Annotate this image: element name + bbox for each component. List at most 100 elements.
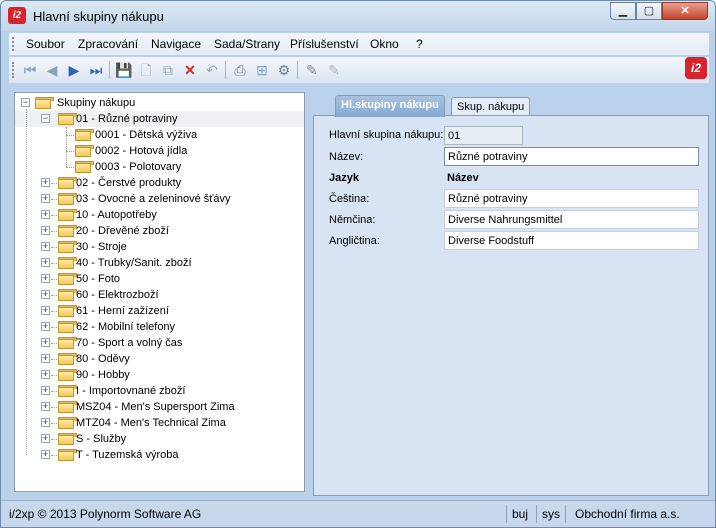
tree-item-label: 70 - Sport a volný čas bbox=[76, 337, 183, 349]
menu-help[interactable]: ? bbox=[416, 37, 423, 51]
copy-icon[interactable]: ⧉ bbox=[159, 61, 177, 79]
next-record-icon[interactable]: ▶ bbox=[65, 61, 83, 79]
folder-icon bbox=[58, 257, 77, 269]
code-field[interactable]: 01 bbox=[444, 126, 523, 145]
expand-icon[interactable]: + bbox=[41, 194, 50, 203]
tree-item-label: T - Tuzemská výroba bbox=[76, 449, 179, 461]
folder-icon bbox=[58, 225, 77, 237]
expand-icon[interactable]: + bbox=[41, 274, 50, 283]
expand-icon[interactable]: + bbox=[41, 354, 50, 363]
tree-item-label: 03 - Ovocné a zeleninové šťávy bbox=[76, 193, 231, 205]
translation-label: Čeština: bbox=[329, 193, 370, 205]
tree-item-label: 90 - Hobby bbox=[76, 369, 130, 381]
toolbar-separator bbox=[297, 61, 298, 79]
collapse-icon[interactable]: − bbox=[21, 98, 30, 107]
expand-icon[interactable]: + bbox=[41, 258, 50, 267]
translation-field[interactable]: Diverse Nahrungsmittel bbox=[444, 210, 699, 229]
expand-icon[interactable]: + bbox=[41, 418, 50, 427]
maximize-button[interactable]: ▢ bbox=[636, 2, 662, 20]
tab-skup-nakupu[interactable]: Skup. nákupu bbox=[451, 97, 531, 116]
app-window: i2 Hlavní skupiny nákupu ▁ ▢ ✕ Soubor Zp… bbox=[0, 0, 716, 528]
expand-icon[interactable]: + bbox=[41, 370, 50, 379]
tree-item-label: 60 - Elektrozboží bbox=[76, 289, 159, 301]
expand-icon[interactable]: + bbox=[41, 434, 50, 443]
name-field[interactable]: Různé potraviny bbox=[444, 147, 699, 166]
status-separator bbox=[506, 505, 507, 523]
menu-soubor[interactable]: Soubor bbox=[26, 37, 65, 51]
tree-item-label: 10 - Autopotřeby bbox=[76, 209, 157, 221]
expand-icon[interactable]: + bbox=[41, 242, 50, 251]
folder-icon bbox=[75, 129, 94, 141]
folder-icon bbox=[58, 401, 77, 413]
window-title: Hlavní skupiny nákupu bbox=[33, 9, 164, 24]
settings-icon[interactable]: ⚙ bbox=[275, 61, 293, 79]
toolbar-separator bbox=[225, 61, 226, 79]
tree-item-label: MTZ04 - Men's Technical Zima bbox=[76, 417, 226, 429]
i2-logo-icon: i2 bbox=[685, 57, 707, 79]
edit-icon[interactable]: ✎ bbox=[303, 61, 321, 79]
expand-icon[interactable]: + bbox=[41, 306, 50, 315]
folder-icon bbox=[58, 433, 77, 445]
folder-icon bbox=[58, 449, 77, 461]
tree-connector bbox=[66, 127, 67, 167]
tab-hl-skupiny-nakupu[interactable]: Hl.skupiny nákupu bbox=[335, 95, 445, 117]
status-user: sys bbox=[542, 507, 560, 521]
prev-record-icon[interactable]: ◀ bbox=[43, 61, 61, 79]
tree-item-label: 0002 - Hotová jídla bbox=[95, 145, 188, 157]
tree-item-label: 0003 - Polotovary bbox=[95, 161, 182, 173]
detail-panel: Hl.skupiny nákupu Skup. nákupu Hlavní sk… bbox=[313, 92, 709, 496]
folder-icon bbox=[58, 337, 77, 349]
folder-icon bbox=[58, 193, 77, 205]
column-header-name: Název bbox=[447, 172, 479, 184]
folder-icon bbox=[58, 241, 77, 253]
expand-icon[interactable]: + bbox=[41, 338, 50, 347]
expand-icon[interactable]: + bbox=[41, 386, 50, 395]
menu-bar: Soubor Zpracování Navigace Sada/Strany P… bbox=[9, 33, 709, 55]
tree-view[interactable]: − Skupiny nákupu 01 - Různé potraviny −0001… bbox=[14, 92, 305, 492]
expand-icon[interactable]: + bbox=[41, 322, 50, 331]
expand-icon[interactable]: + bbox=[41, 210, 50, 219]
translation-field[interactable]: Různé potraviny bbox=[444, 189, 699, 208]
tree-item-label: 02 - Čerstvé produkty bbox=[76, 177, 182, 189]
tab-content: Hlavní skupina nákupu: 01 Název: Různé p… bbox=[313, 115, 709, 496]
collapse-icon[interactable]: − bbox=[41, 114, 50, 123]
undo-icon[interactable]: ↶ bbox=[203, 61, 221, 79]
expand-icon[interactable]: + bbox=[41, 226, 50, 235]
edit-disabled-icon[interactable]: ✎ bbox=[325, 61, 343, 79]
expand-icon[interactable]: + bbox=[41, 450, 50, 459]
tree-item-label: MSZ04 - Men's Supersport Zima bbox=[76, 401, 235, 413]
expand-icon[interactable]: + bbox=[41, 178, 50, 187]
status-bar: i/2xp © 2013 Polynorm Software AG buj sy… bbox=[1, 500, 715, 527]
last-record-icon[interactable]: ⏭ bbox=[87, 61, 105, 79]
tree-item-label: 62 - Mobilní telefony bbox=[76, 321, 176, 333]
menu-zpracovani[interactable]: Zpracování bbox=[78, 37, 138, 51]
translation-field[interactable]: Diverse Foodstuff bbox=[444, 231, 699, 250]
save-icon[interactable]: 💾 bbox=[115, 61, 133, 79]
tree-item-label: I - Importovnané zboží bbox=[76, 385, 186, 397]
close-button[interactable]: ✕ bbox=[662, 2, 708, 20]
expand-icon[interactable]: + bbox=[41, 402, 50, 411]
folder-icon bbox=[58, 385, 77, 397]
minimize-button[interactable]: ▁ bbox=[610, 2, 636, 20]
menu-grip[interactable] bbox=[12, 37, 16, 51]
tree-icon[interactable]: ⊞ bbox=[253, 61, 271, 79]
status-separator bbox=[565, 505, 566, 523]
folder-icon bbox=[75, 145, 94, 157]
delete-icon[interactable]: ✕ bbox=[181, 61, 199, 79]
title-bar[interactable]: i2 Hlavní skupiny nákupu ▁ ▢ ✕ bbox=[1, 1, 715, 31]
folder-icon bbox=[58, 417, 77, 429]
tree-item-label: S - Služby bbox=[76, 433, 127, 445]
menu-sada-strany[interactable]: Sada/Strany bbox=[214, 37, 280, 51]
menu-prislusenstvi[interactable]: Příslušenství bbox=[290, 37, 359, 51]
menu-navigace[interactable]: Navigace bbox=[151, 37, 201, 51]
print-icon[interactable]: ⎙ bbox=[231, 61, 249, 79]
menu-okno[interactable]: Okno bbox=[370, 37, 399, 51]
first-record-icon[interactable]: ⏮ bbox=[21, 61, 39, 79]
copyright-text: i/2xp © 2013 Polynorm Software AG bbox=[9, 507, 202, 521]
folder-icon bbox=[58, 273, 77, 285]
column-header-language: Jazyk bbox=[329, 172, 359, 184]
app-icon[interactable]: i2 bbox=[8, 7, 26, 24]
toolbar-grip[interactable] bbox=[12, 62, 16, 78]
new-icon[interactable]: 🗋 bbox=[137, 61, 155, 79]
expand-icon[interactable]: + bbox=[41, 290, 50, 299]
